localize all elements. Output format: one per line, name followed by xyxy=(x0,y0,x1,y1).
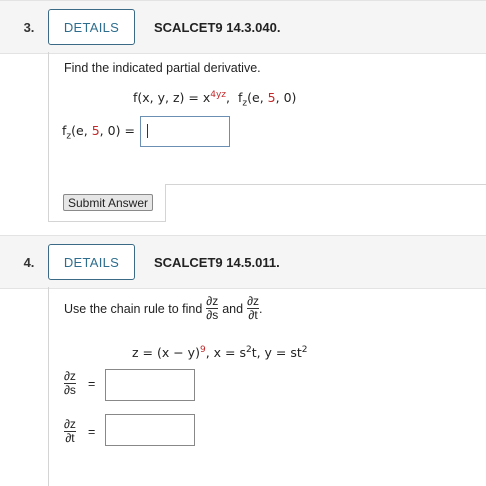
dz-ds-fraction: ∂z ∂s xyxy=(206,294,219,322)
dz-ds-label-fraction: ∂z ∂s xyxy=(64,370,76,397)
q4-eq-x-rest: t, y = st xyxy=(251,345,302,361)
q3-function-exponent: 4yz xyxy=(210,90,227,100)
q3-details-button[interactable]: DETAILS xyxy=(48,9,135,45)
q3-answer-arg-e: e xyxy=(76,123,84,138)
q4-prompt: Use the chain rule to find ∂z ∂s and ∂z … xyxy=(64,295,263,322)
q3-function-lhs: f(x, y, z) = x xyxy=(133,90,211,106)
q3-body-step-border xyxy=(165,184,166,222)
q4-prompt-period: . xyxy=(259,301,263,316)
q3-arg-e: e xyxy=(251,90,260,106)
q3-answer-arg-5: 5 xyxy=(91,123,100,138)
q3-answer-equals: = xyxy=(124,123,135,138)
q4-eq-z: z = (x − y) xyxy=(132,345,200,361)
dz-dt-label-fraction: ∂z ∂t xyxy=(64,418,76,445)
q3-body-bottom-border xyxy=(165,184,486,185)
q4-answer1-equals: = xyxy=(87,376,96,391)
q4-answer2-label: ∂z ∂t = xyxy=(64,418,95,445)
q3-answer-close-paren: ) xyxy=(115,123,121,138)
q3-fz-close-paren: ) xyxy=(291,90,297,106)
q4-answer1-label: ∂z ∂s = xyxy=(64,370,95,397)
q3-function-separator: , xyxy=(226,90,230,106)
fraction-numerator: ∂z xyxy=(64,369,76,383)
q4-eq-y-exponent: 2 xyxy=(301,345,308,355)
q3-answer-comma-1: , xyxy=(83,123,88,138)
fraction-numerator: ∂z xyxy=(64,417,76,431)
q3-answer-input[interactable] xyxy=(140,116,230,147)
dz-ds-answer-input[interactable] xyxy=(105,369,195,401)
q4-equation-line: z = (x − y)9, x = s2t, y = st2 xyxy=(132,345,308,360)
q4-body-border xyxy=(48,287,50,486)
q3-prompt: Find the indicated partial derivative. xyxy=(64,61,261,75)
fraction-denominator: ∂t xyxy=(248,308,258,322)
q3-body-base-border xyxy=(48,221,166,222)
fraction-denominator: ∂t xyxy=(65,431,75,445)
q3-arg-comma-1: , xyxy=(259,90,264,106)
text-cursor-icon xyxy=(147,124,148,138)
q4-problem-code: SCALCET9 14.5.011. xyxy=(154,255,280,270)
q3-arg-comma-2: , xyxy=(275,90,280,106)
q3-arg-5: 5 xyxy=(267,90,276,106)
q3-submit-button[interactable]: Submit Answer xyxy=(63,194,153,211)
q3-answer-label: fz(e, 5, 0) = xyxy=(62,123,135,142)
q4-prompt-and: and xyxy=(222,301,244,316)
q4-details-button[interactable]: DETAILS xyxy=(48,244,135,280)
q3-function-line: f(x, y, z) = x4yz, fz(e, 5, 0) xyxy=(133,90,296,109)
fraction-denominator: ∂s xyxy=(206,308,219,322)
q4-eq-x: , x = s xyxy=(205,345,246,361)
q3-answer-arg-0: 0 xyxy=(107,123,116,138)
q4-number: 4. xyxy=(23,255,35,270)
dz-dt-fraction: ∂z ∂t xyxy=(247,294,260,322)
fraction-numerator: ∂z xyxy=(247,294,260,308)
q3-number: 3. xyxy=(23,20,35,35)
q3-arg-0: 0 xyxy=(283,90,292,106)
fraction-denominator: ∂s xyxy=(64,383,76,397)
q4-prompt-text: Use the chain rule to find xyxy=(64,301,203,316)
fraction-numerator: ∂z xyxy=(206,294,219,308)
q3-problem-code: SCALCET9 14.3.040. xyxy=(154,20,281,35)
q4-answer2-equals: = xyxy=(87,424,96,439)
q3-body-border xyxy=(48,52,50,222)
dz-dt-answer-input[interactable] xyxy=(105,414,195,446)
q3-answer-comma-2: , xyxy=(99,123,104,138)
